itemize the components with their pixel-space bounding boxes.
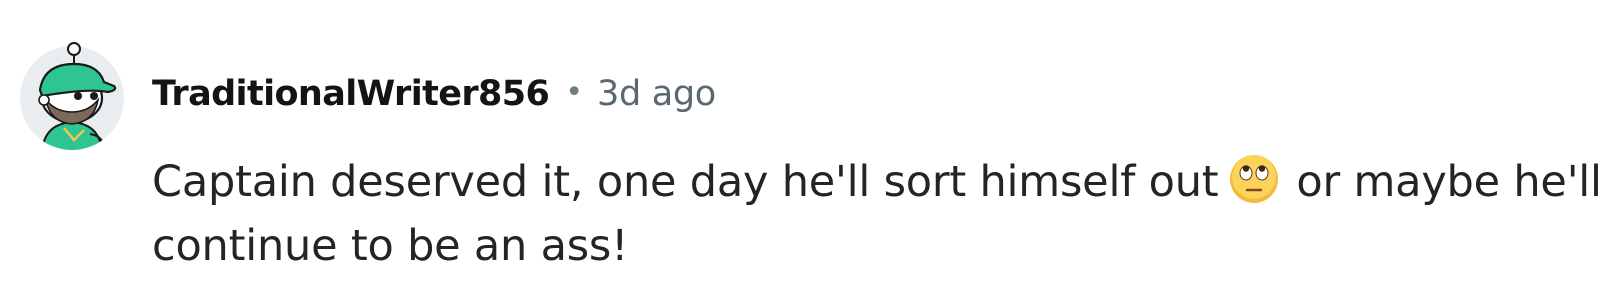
meta-separator: •	[565, 74, 584, 110]
comment-timestamp[interactable]: 3d ago	[597, 74, 716, 114]
snoo-avatar-icon	[20, 42, 124, 150]
comment-body-line-2: continue to be an ass!	[152, 221, 629, 271]
username-link[interactable]: TraditionalWriter856	[152, 74, 550, 114]
comment-text-segment: or maybe he'll	[1296, 157, 1600, 207]
user-avatar[interactable]	[18, 42, 126, 152]
comment-body-line-1: Captain deserved it, one day he'll sort …	[152, 150, 1600, 214]
comment: TraditionalWriter856 • 3d ago Captain de…	[0, 0, 1600, 293]
comment-body: Captain deserved it, one day he'll sort …	[152, 150, 1600, 278]
rolling-eyes-emoji-icon	[1230, 155, 1279, 203]
comment-text-segment: Captain deserved it, one day he'll sort …	[152, 157, 1219, 207]
comment-header: TraditionalWriter856 • 3d ago	[152, 66, 716, 122]
